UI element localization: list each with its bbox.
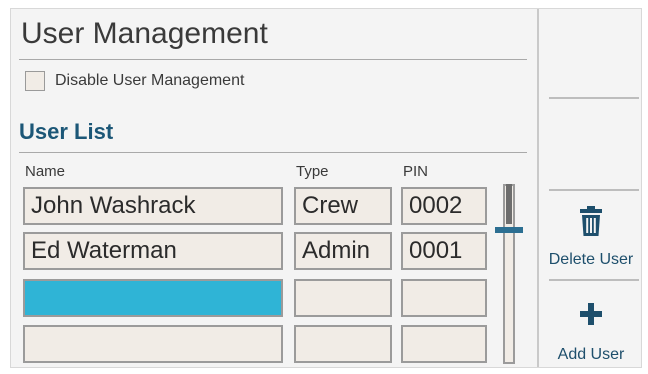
user-name-cell-selected[interactable] xyxy=(23,279,283,317)
title-divider xyxy=(19,59,527,60)
user-pin-cell[interactable] xyxy=(401,325,487,363)
user-pin-cell[interactable] xyxy=(401,279,487,317)
user-type-cell[interactable]: Admin xyxy=(294,232,392,270)
delete-user-label: Delete User xyxy=(548,251,634,268)
add-user-label: Add User xyxy=(557,346,625,363)
soft-key-divider xyxy=(549,279,639,281)
user-name-cell[interactable]: Ed Waterman xyxy=(23,232,283,270)
disable-user-management-label: Disable User Management xyxy=(55,72,245,89)
user-list-heading: User List xyxy=(19,119,114,144)
delete-user-button[interactable]: Delete User xyxy=(539,206,643,270)
user-name-cell[interactable]: John Washrack xyxy=(23,187,283,225)
scrollbar-position-marker xyxy=(495,227,523,233)
column-header-pin: PIN xyxy=(403,163,429,180)
user-name-cell[interactable] xyxy=(23,325,283,363)
soft-key-divider xyxy=(549,97,639,99)
plus-icon xyxy=(580,303,602,325)
disable-user-management-checkbox[interactable] xyxy=(25,71,45,91)
controller-screen: User Management Disable User Management … xyxy=(10,8,642,368)
add-user-button[interactable]: Add User xyxy=(539,303,643,365)
soft-key-divider xyxy=(549,189,639,191)
main-panel: User Management Disable User Management … xyxy=(11,9,537,367)
soft-key-panel: Delete User Add User xyxy=(537,9,641,367)
user-type-cell[interactable]: Crew xyxy=(294,187,392,225)
user-pin-cell[interactable]: 0002 xyxy=(401,187,487,225)
user-pin-cell[interactable]: 0001 xyxy=(401,232,487,270)
column-header-type: Type xyxy=(296,163,329,180)
scrollbar-thumb[interactable] xyxy=(506,184,512,224)
page-title: User Management xyxy=(21,17,268,50)
user-list-divider xyxy=(19,152,527,153)
user-type-cell[interactable] xyxy=(294,279,392,317)
column-header-name: Name xyxy=(25,163,66,180)
trash-icon xyxy=(580,206,602,236)
user-type-cell[interactable] xyxy=(294,325,392,363)
